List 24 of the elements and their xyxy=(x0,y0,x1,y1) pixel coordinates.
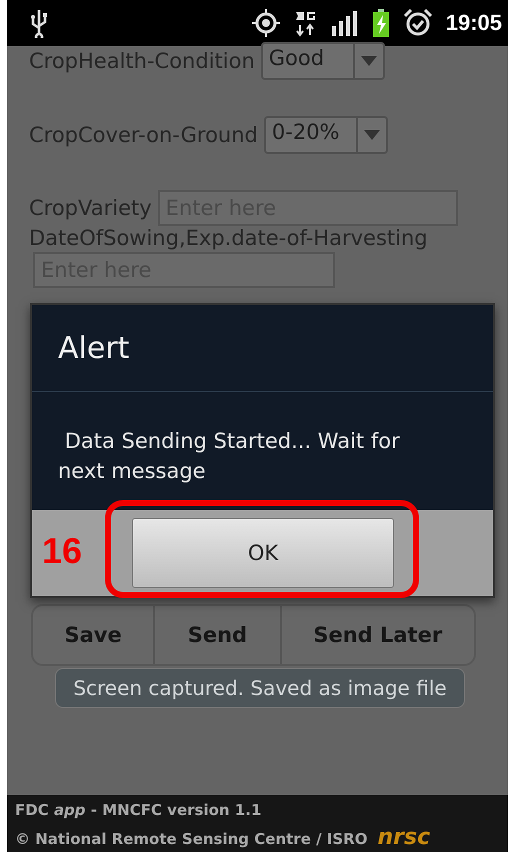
dialog-message: Data Sending Started... Wait for next message xyxy=(32,392,493,510)
field-label: CropCover-on-Ground xyxy=(29,123,258,147)
field-label: DateOfSowing,Exp.date-of-Harvesting xyxy=(29,226,429,250)
field-label: CropHealth-Condition xyxy=(29,49,255,73)
clock-time: 19:05 xyxy=(446,10,502,36)
data-3g-icon xyxy=(294,9,318,37)
caret-icon xyxy=(360,56,377,66)
gps-icon xyxy=(252,9,280,37)
usb-icon xyxy=(29,8,49,38)
logo: nrsc xyxy=(377,825,430,850)
toast-message: Screen captured. Saved as image file xyxy=(55,668,465,708)
alarm-clock-icon xyxy=(404,9,432,37)
ok-button[interactable]: OK xyxy=(132,518,394,588)
signal-icon xyxy=(332,10,358,36)
dropdown[interactable]: Good xyxy=(260,42,385,80)
field-label: CropVariety xyxy=(29,196,152,220)
dropdown[interactable]: 0-20% xyxy=(264,116,388,154)
caret-icon xyxy=(364,130,380,140)
dialog-title: Alert xyxy=(32,305,493,392)
battery-charging-icon xyxy=(372,9,390,37)
copyright-text: © National Remote Sensing Centre / ISRO xyxy=(15,830,368,848)
action-button[interactable]: Send Later xyxy=(280,606,474,664)
app-version: FDC app - MNCFC version 1.1 xyxy=(15,801,262,819)
step-number: 16 xyxy=(42,530,82,572)
